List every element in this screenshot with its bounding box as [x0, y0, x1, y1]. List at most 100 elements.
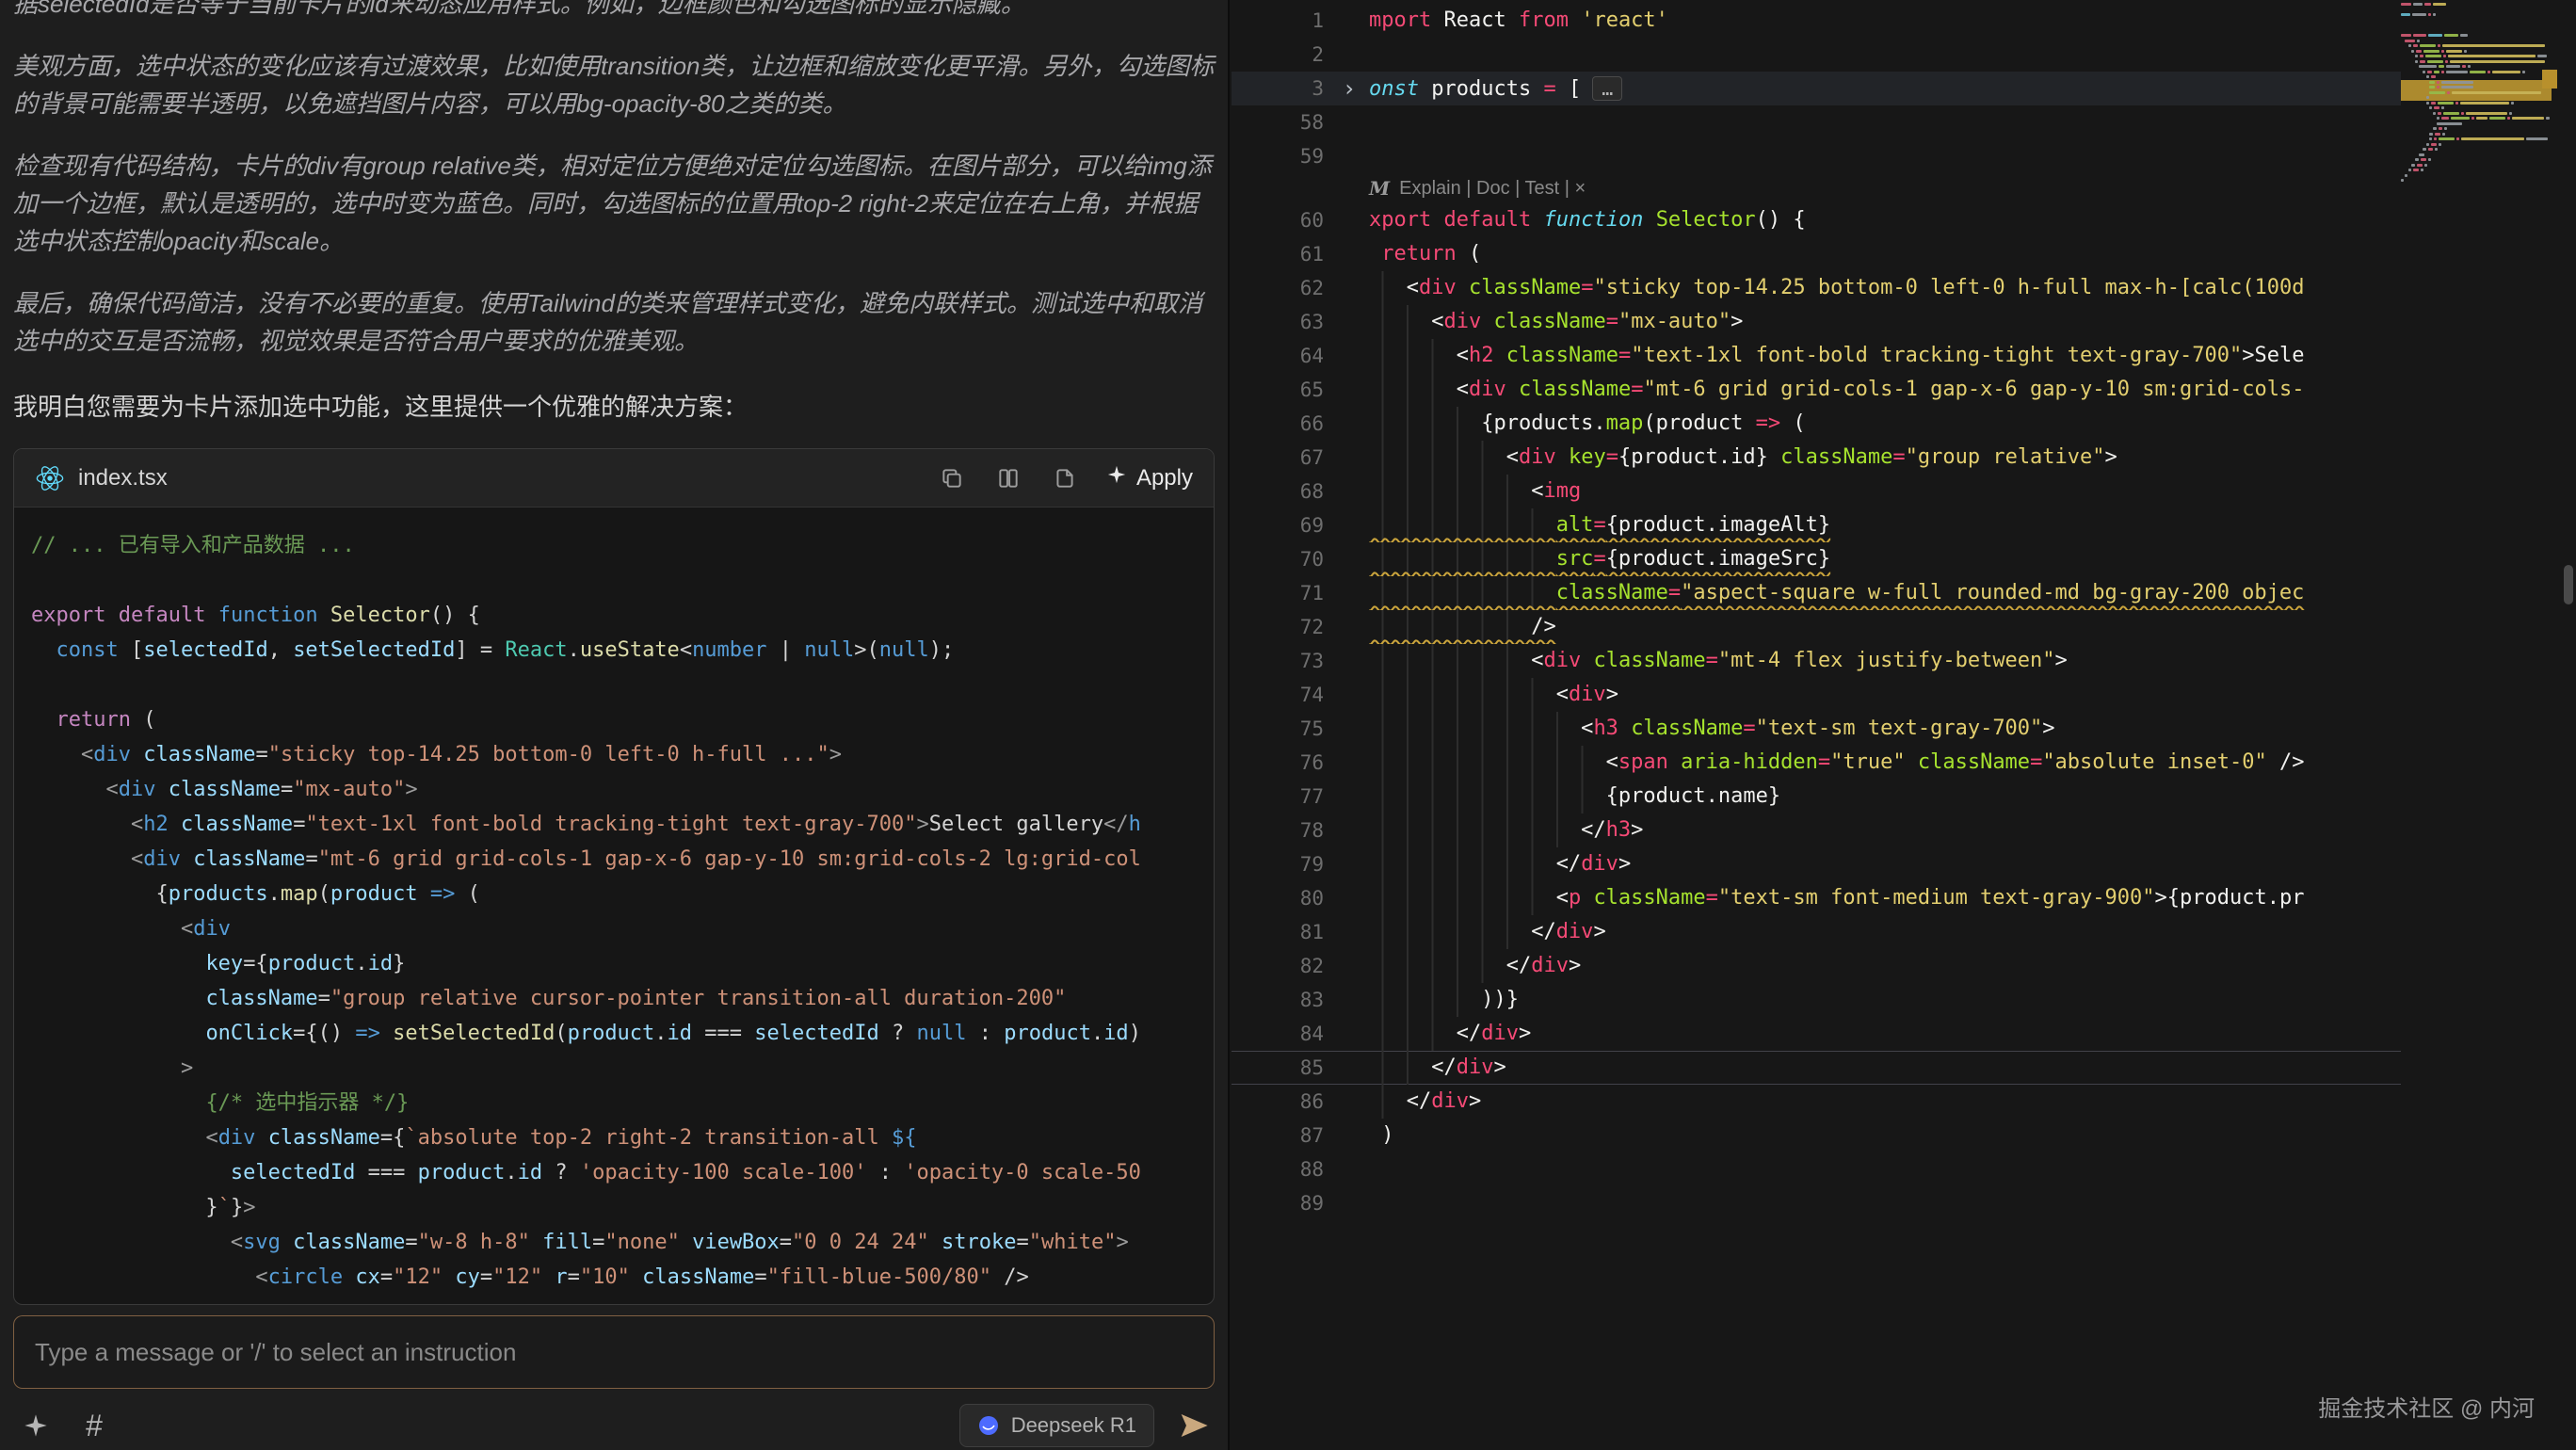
editor-line-77[interactable]: 77 {product.name}: [1232, 780, 2401, 814]
line-number[interactable]: 73: [1232, 644, 1329, 678]
editor-line-85[interactable]: 85 </div>: [1232, 1051, 2401, 1085]
editor-line-2[interactable]: 2: [1232, 38, 2401, 72]
editor-line-76[interactable]: 76 <span aria-hidden="true" className="a…: [1232, 746, 2401, 780]
line-number[interactable]: 2: [1232, 38, 1329, 72]
line-number[interactable]: 62: [1232, 271, 1329, 305]
line-number[interactable]: 75: [1232, 712, 1329, 746]
editor-line-59[interactable]: 59: [1232, 139, 2401, 173]
editor-line-89[interactable]: 89: [1232, 1186, 2401, 1220]
editor-line-84[interactable]: 84 </div>: [1232, 1017, 2401, 1051]
editor-line-62[interactable]: 62 <div className="sticky top-14.25 bott…: [1232, 271, 2401, 305]
editor-line-83[interactable]: 83 ))}: [1232, 983, 2401, 1017]
editor-line-75[interactable]: 75 <h3 className="text-sm text-gray-700"…: [1232, 712, 2401, 746]
editor-line-73[interactable]: 73 <div className="mt-4 flex justify-bet…: [1232, 644, 2401, 678]
editor-line-80[interactable]: 80 <p className="text-sm font-medium tex…: [1232, 881, 2401, 915]
line-number[interactable]: 79: [1232, 847, 1329, 881]
minimap[interactable]: [2401, 2, 2552, 1450]
model-label: Deepseek R1: [1011, 1413, 1136, 1438]
line-number[interactable]: 80: [1232, 881, 1329, 915]
editor-line-82[interactable]: 82 </div>: [1232, 949, 2401, 983]
line-number[interactable]: 89: [1232, 1186, 1329, 1220]
chat-messages[interactable]: 据selectedId是否等于当前卡片的id来动态应用样式。例如，边框颜色和勾选…: [0, 0, 1228, 1306]
editor-line-66[interactable]: 66 {products.map(product => (: [1232, 407, 2401, 441]
code-line: <svg className="w-8 h-8" fill="none" vie…: [31, 1225, 1214, 1260]
message-input-box[interactable]: [13, 1315, 1215, 1389]
line-number[interactable]: 64: [1232, 339, 1329, 373]
apply-button[interactable]: Apply: [1106, 464, 1193, 491]
editor-line-3[interactable]: 3›const products = […: [1232, 72, 2401, 105]
copy-icon[interactable]: [937, 463, 967, 493]
folded-code-placeholder[interactable]: …: [1592, 76, 1622, 101]
codelens-text[interactable]: Explain | Doc | Test | ×: [1399, 171, 1586, 205]
line-number[interactable]: 3: [1232, 72, 1329, 105]
fold-chevron-icon[interactable]: ›: [1329, 72, 1369, 105]
code-line: >: [31, 1051, 1214, 1086]
line-number[interactable]: 72: [1232, 610, 1329, 644]
send-icon[interactable]: [1179, 1410, 1209, 1441]
diff-icon[interactable]: [993, 463, 1023, 493]
line-number[interactable]: 78: [1232, 814, 1329, 847]
editor-line-58[interactable]: 58: [1232, 105, 2401, 139]
fold-gutter: [1329, 1152, 1369, 1186]
line-number[interactable]: 85: [1232, 1051, 1329, 1085]
line-number[interactable]: 1: [1232, 4, 1329, 38]
line-number[interactable]: 63: [1232, 305, 1329, 339]
editor-line-1[interactable]: 1import React from 'react': [1232, 4, 2401, 38]
code-line: key={product.id}: [31, 946, 1214, 981]
fold-gutter: [1329, 373, 1369, 407]
editor-line-86[interactable]: 86 </div>: [1232, 1085, 2401, 1119]
editor-line-68[interactable]: 68 <img: [1232, 475, 2401, 508]
editor-line-70[interactable]: 70 src={product.imageSrc}: [1232, 542, 2401, 576]
editor-line-87[interactable]: 87 ): [1232, 1119, 2401, 1152]
line-number[interactable]: 84: [1232, 1017, 1329, 1051]
editor-line-88[interactable]: 88}: [1232, 1152, 2401, 1186]
app-root: 据selectedId是否等于当前卡片的id来动态应用样式。例如，边框颜色和勾选…: [0, 0, 2576, 1450]
editor-line-69[interactable]: 69 alt={product.imageAlt}: [1232, 508, 2401, 542]
editor-line-64[interactable]: 64 <h2 className="text-1xl font-bold tra…: [1232, 339, 2401, 373]
editor-line-71[interactable]: 71 className="aspect-square w-full round…: [1232, 576, 2401, 610]
editor-line-63[interactable]: 63 <div className="mx-auto">: [1232, 305, 2401, 339]
editor-line-60[interactable]: 60export default function Selector() {: [1232, 203, 2401, 237]
message-input[interactable]: [35, 1338, 1193, 1367]
line-number[interactable]: 82: [1232, 949, 1329, 983]
thinking-paragraph: 检查现有代码结构，卡片的div有group relative类，相对定位方便绝对…: [13, 147, 1215, 260]
code-block-header: index.tsx Apply: [14, 449, 1214, 508]
line-number[interactable]: 61: [1232, 237, 1329, 271]
editor-line-65[interactable]: 65 <div className="mt-6 grid grid-cols-1…: [1232, 373, 2401, 407]
line-number[interactable]: 68: [1232, 475, 1329, 508]
line-number[interactable]: 58: [1232, 105, 1329, 139]
line-number[interactable]: 83: [1232, 983, 1329, 1017]
editor-line-74[interactable]: 74 <div>: [1232, 678, 2401, 712]
model-selector[interactable]: Deepseek R1: [959, 1404, 1154, 1447]
fold-gutter: [1329, 610, 1369, 644]
codelens[interactable]: MExplain | Doc | Test | ×: [1232, 173, 2401, 203]
line-number[interactable]: 59: [1232, 139, 1329, 173]
code-line: selectedId === product.id ? 'opacity-100…: [31, 1155, 1214, 1190]
line-number[interactable]: 69: [1232, 508, 1329, 542]
line-number[interactable]: 88: [1232, 1152, 1329, 1186]
line-number[interactable]: 60: [1232, 203, 1329, 237]
line-number[interactable]: 74: [1232, 678, 1329, 712]
line-number[interactable]: 76: [1232, 746, 1329, 780]
editor-line-79[interactable]: 79 </div>: [1232, 847, 2401, 881]
editor-line-81[interactable]: 81 </div>: [1232, 915, 2401, 949]
scrollbar-thumb[interactable]: [2564, 565, 2573, 604]
line-number[interactable]: 87: [1232, 1119, 1329, 1152]
editor-line-61[interactable]: 61 return (: [1232, 237, 2401, 271]
line-number[interactable]: 65: [1232, 373, 1329, 407]
code-line: onClick={() => setSelectedId(product.id …: [31, 1016, 1214, 1051]
context-hash-icon[interactable]: #: [77, 1409, 111, 1442]
editor-line-67[interactable]: 67 <div key={product.id} className="grou…: [1232, 441, 2401, 475]
insert-icon[interactable]: [1050, 463, 1080, 493]
line-number[interactable]: 77: [1232, 780, 1329, 814]
line-number[interactable]: 67: [1232, 441, 1329, 475]
editor-line-78[interactable]: 78 </h3>: [1232, 814, 2401, 847]
line-number[interactable]: 71: [1232, 576, 1329, 610]
line-number[interactable]: 86: [1232, 1085, 1329, 1119]
editor-line-72[interactable]: 72 />: [1232, 610, 2401, 644]
line-number[interactable]: 70: [1232, 542, 1329, 576]
line-number[interactable]: 81: [1232, 915, 1329, 949]
line-number[interactable]: 66: [1232, 407, 1329, 441]
ai-sparkle-icon[interactable]: [19, 1409, 53, 1442]
fold-gutter: [1329, 712, 1369, 746]
